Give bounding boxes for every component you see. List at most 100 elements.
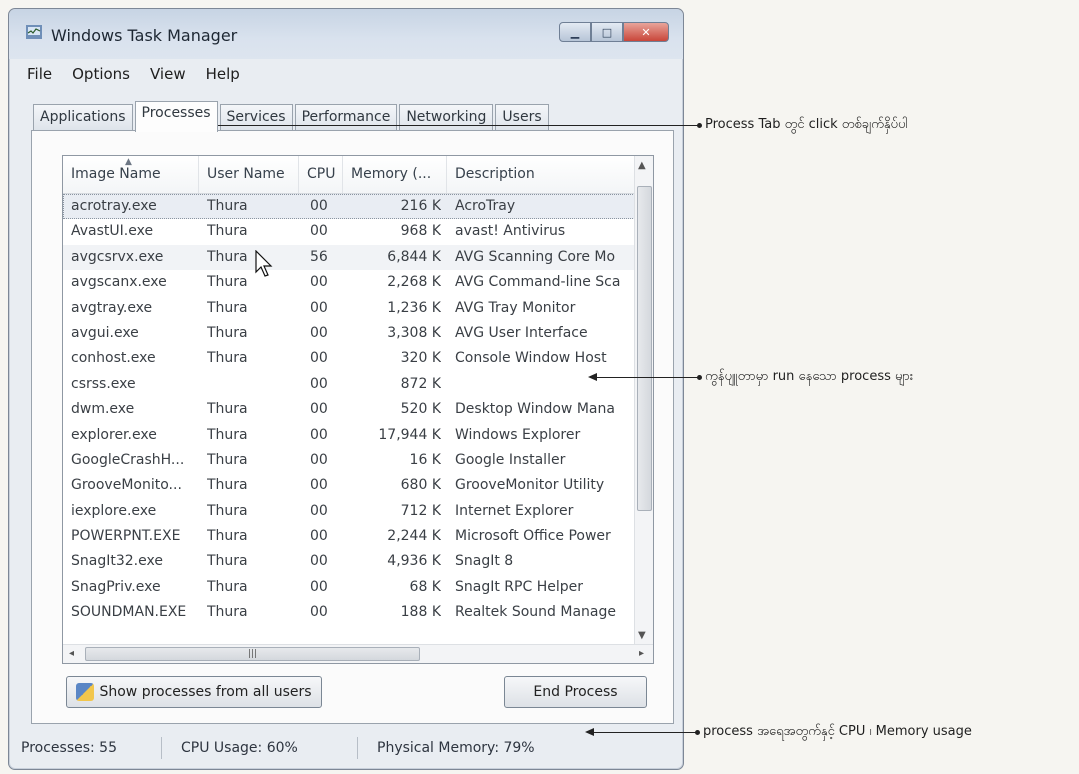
table-row[interactable]: GoogleCrashH... Thura 00 16 K Google Install… [63,448,635,473]
scroll-down-icon[interactable]: ▼ [638,630,646,641]
cell-image-name: conhost.exe [71,350,156,367]
annotation-dot [697,123,702,128]
table-row[interactable]: iexplore.exe Thura 00 712 K Internet Explore… [63,499,635,524]
tab-applications[interactable]: Applications [33,104,133,131]
annotation-process-tab: Process Tab တွင် click တစ်ချက်နှိပ်ပါ [705,117,908,132]
table-row[interactable]: SnagIt32.exe Thura 00 4,936 K SnagIt 8 [63,549,635,574]
cell-user-name: Thura [207,477,248,494]
processes-panel: ▲ Image Name User Name CPU Memory (... D… [31,130,674,724]
column-user-name-label: User Name [207,166,285,182]
close-button[interactable]: ✕ [623,22,669,42]
table-row[interactable]: dwm.exe Thura 00 520 K Desktop Window Mana [63,397,635,422]
column-memory[interactable]: Memory (... [343,156,447,193]
cell-memory: 2,244 K [387,528,441,545]
end-process-button[interactable]: End Process [504,676,647,708]
table-row[interactable]: csrss.exe 00 872 K [63,372,635,397]
cell-cpu: 00 [310,401,328,418]
column-description[interactable]: Description [447,156,635,193]
cell-image-name: SOUNDMAN.EXE [71,604,187,621]
cell-user-name: Thura [207,604,248,621]
title-bar[interactable]: Windows Task Manager ▁ □ ✕ [9,9,683,59]
cell-image-name: POWERPNT.EXE [71,528,181,545]
maximize-icon: □ [601,25,613,39]
process-rows: acrotray.exe Thura 00 216 K AcroTray AvastUI… [63,194,635,626]
status-processes: Processes: 55 [15,737,162,759]
table-row[interactable]: POWERPNT.EXE Thura 00 2,244 K Microsoft Offi… [63,524,635,549]
cell-description: SnagIt 8 [455,553,514,570]
minimize-button[interactable]: ▁ [559,22,591,42]
annotation-status-usage: process အရေအတွက်နှင့် CPU ၊ Memory usage [703,724,972,739]
tab-processes[interactable]: Processes [134,101,218,132]
cell-description: AVG Tray Monitor [455,299,576,316]
table-row[interactable]: AvastUI.exe Thura 00 968 K avast! Antivirus [63,219,635,244]
cell-cpu: 00 [310,223,328,240]
cell-cpu: 00 [310,198,328,214]
show-all-processes-label: Show processes from all users [99,684,312,700]
cell-memory: 4,936 K [387,553,441,570]
cell-cpu: 00 [310,604,328,621]
tab-services[interactable]: Services [219,104,293,131]
task-manager-icon [26,25,42,39]
show-all-processes-button[interactable]: Show processes from all users [66,676,322,708]
column-cpu[interactable]: CPU [299,156,343,193]
horizontal-scrollbar[interactable]: ◂ ||| ▸ [63,644,653,663]
process-list: ▲ Image Name User Name CPU Memory (... D… [62,155,654,664]
cell-memory: 3,308 K [387,324,441,341]
cell-user-name: Thura [207,528,248,545]
table-row[interactable]: avgui.exe Thura 00 3,308 K AVG User Interfac… [63,321,635,346]
tab-performance[interactable]: Performance [294,104,398,131]
status-physical-memory: Physical Memory: 79% [377,740,535,756]
table-row[interactable]: avgtray.exe Thura 00 1,236 K AVG Tray Monito… [63,296,635,321]
cell-memory: 6,844 K [387,248,441,265]
list-header: ▲ Image Name User Name CPU Memory (... D… [63,156,635,194]
tab-users[interactable]: Users [495,104,549,131]
cell-user-name: Thura [207,324,248,341]
cell-description: avast! Antivirus [455,223,566,240]
column-user-name[interactable]: User Name [199,156,299,193]
table-row[interactable]: SnagPriv.exe Thura 00 68 K SnagIt RPC Helper [63,575,635,600]
cell-user-name: Thura [207,401,248,418]
cell-description: GrooveMonitor Utility [455,477,605,494]
maximize-button[interactable]: □ [591,22,623,42]
tab-networking[interactable]: Networking [399,104,494,131]
scroll-right-icon[interactable]: ▸ [639,648,644,659]
vertical-scrollbar[interactable]: ▲ ▼ [634,156,653,645]
task-manager-window: Windows Task Manager ▁ □ ✕ File Options … [8,8,684,770]
vertical-scroll-thumb[interactable] [637,186,652,511]
cell-description: AcroTray [455,198,516,214]
cell-memory: 968 K [400,223,441,240]
cell-memory: 216 K [400,198,441,214]
horizontal-scroll-thumb[interactable]: ||| [85,647,420,661]
column-description-label: Description [455,166,535,182]
cell-image-name: acrotray.exe [71,198,157,214]
cell-user-name: Thura [207,198,248,214]
scroll-up-icon[interactable]: ▲ [638,160,646,171]
table-row[interactable]: avgscanx.exe Thura 00 2,268 K AVG Command-li… [63,270,635,295]
cell-memory: 1,236 K [387,299,441,316]
cell-cpu: 00 [310,375,328,392]
cell-user-name: Thura [207,248,248,265]
table-row[interactable]: acrotray.exe Thura 00 216 K AcroTray [63,194,635,220]
table-row[interactable]: explorer.exe Thura 00 17,944 K Windows Explo… [63,423,635,448]
menu-options[interactable]: Options [62,61,140,87]
menu-view[interactable]: View [140,61,196,87]
cell-image-name: AvastUI.exe [71,223,154,240]
table-row[interactable]: GrooveMonito... Thura 00 680 K GrooveMonitor… [63,473,635,498]
status-cpu-usage: CPU Usage: 60% [175,737,358,759]
annotation-line [204,125,699,126]
sort-ascending-icon: ▲ [125,157,132,167]
column-image-name[interactable]: ▲ Image Name [63,156,199,193]
menu-file[interactable]: File [17,61,62,87]
cell-description: Windows Explorer [455,426,581,443]
cell-description: Realtek Sound Manage [455,604,616,621]
table-row[interactable]: SOUNDMAN.EXE Thura 00 188 K Realtek Sound Ma… [63,600,635,625]
cell-description: Desktop Window Mana [455,401,615,418]
menu-bar: File Options View Help [17,61,250,87]
table-row[interactable]: avgcsrvx.exe Thura 56 6,844 K AVG Scanning C… [63,244,635,271]
cell-user-name: Thura [207,274,248,291]
menu-help[interactable]: Help [196,61,250,87]
cell-image-name: dwm.exe [71,401,135,418]
table-row[interactable]: conhost.exe Thura 00 320 K Console Window Ho… [63,346,635,371]
scroll-left-icon[interactable]: ◂ [69,648,74,659]
cell-memory: 712 K [400,502,441,519]
